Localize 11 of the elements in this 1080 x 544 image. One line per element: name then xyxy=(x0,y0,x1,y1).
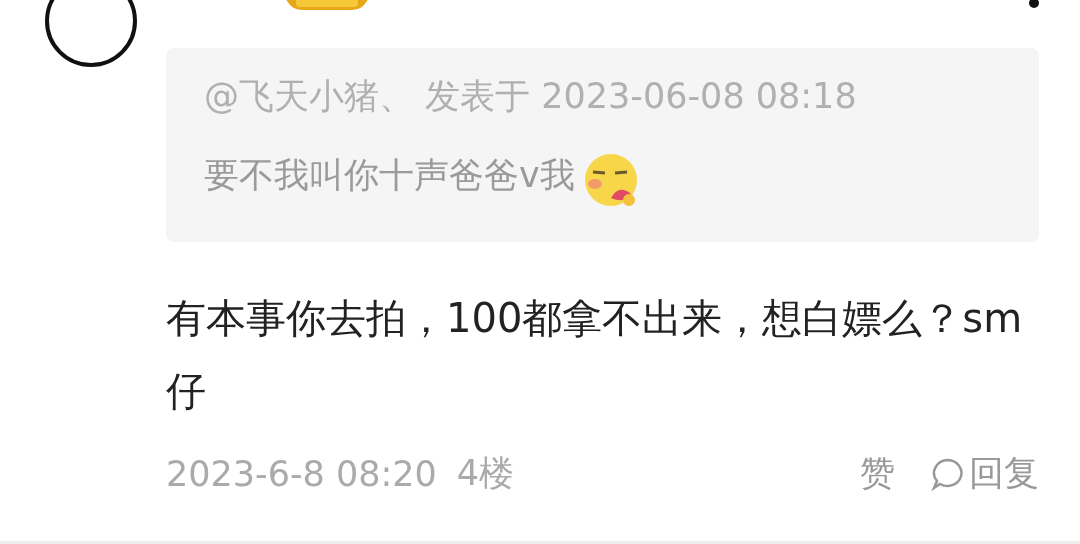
post-time: 2023-6-8 08:20 xyxy=(166,453,437,494)
avatar[interactable] xyxy=(45,0,137,67)
quote-text: 要不我叫你十声爸爸v我 xyxy=(204,153,575,197)
reply-button[interactable]: 回复 xyxy=(969,450,1039,497)
floor-number: 4楼 xyxy=(456,452,515,495)
like-button[interactable]: 赞 xyxy=(860,450,895,497)
quote-author: @飞天小猪、 发表于 2023-06-08 08:18 xyxy=(204,75,858,118)
comment-icon[interactable] xyxy=(931,456,965,491)
comment-text: 有本事你去拍，100都拿不出来，想白嫖么？sm仔 xyxy=(166,294,1024,416)
more-icon[interactable] xyxy=(1029,0,1039,8)
badge-icon xyxy=(284,0,370,11)
